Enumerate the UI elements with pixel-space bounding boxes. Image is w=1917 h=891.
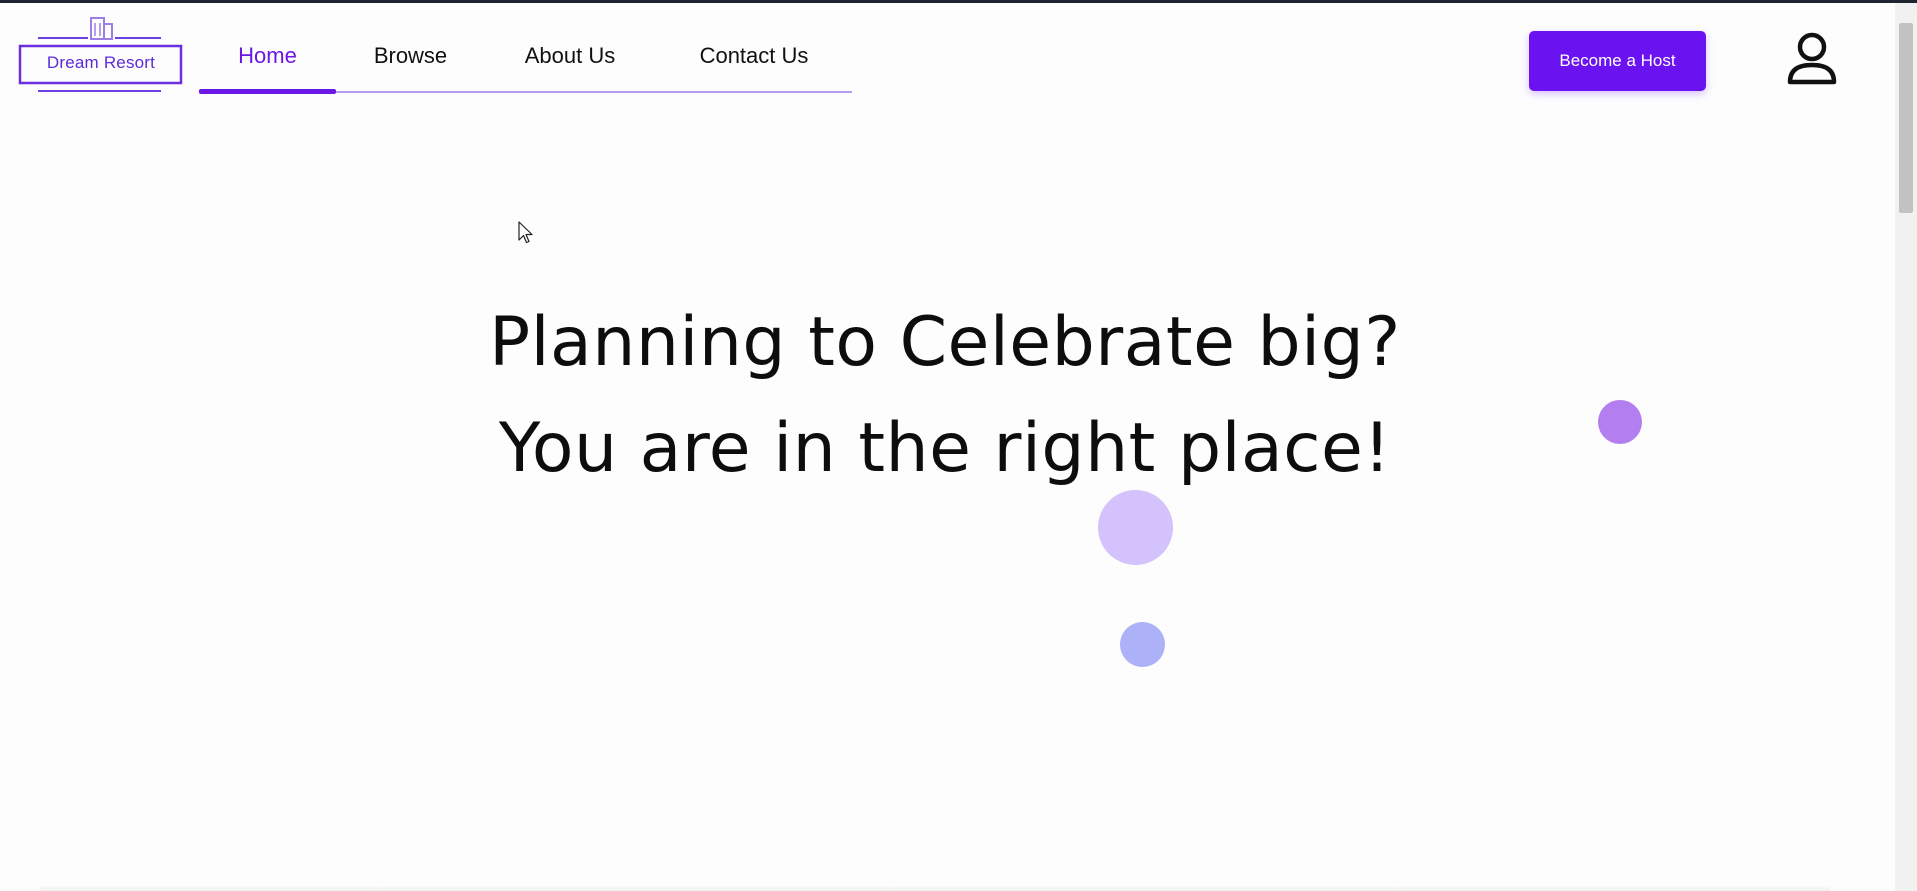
- hero: Planning to Celebrate big? You are in th…: [0, 290, 1890, 502]
- nav-contact-us[interactable]: Contact Us: [679, 30, 829, 82]
- logo[interactable]: Dream Resort: [18, 16, 184, 96]
- nav-home[interactable]: Home: [199, 30, 336, 82]
- become-a-host-button[interactable]: Become a Host: [1529, 31, 1706, 91]
- nav-browse[interactable]: Browse: [347, 30, 474, 82]
- decor-bubble: [1120, 622, 1165, 667]
- vertical-scrollbar[interactable]: [1895, 3, 1917, 891]
- main-nav: Home Browse About Us Contact Us: [199, 30, 852, 94]
- user-icon[interactable]: [1784, 30, 1840, 88]
- mouse-cursor-icon: [518, 221, 534, 245]
- hero-heading-line-1: Planning to Celebrate big?: [489, 303, 1401, 382]
- nav-about-us[interactable]: About Us: [505, 30, 635, 82]
- nav-active-indicator: [199, 89, 336, 94]
- section-divider: [40, 884, 1830, 891]
- page: Dream Resort Home Browse About Us Contac…: [0, 0, 1917, 891]
- logo-text: Dream Resort: [46, 53, 156, 72]
- decor-bubble: [1098, 490, 1173, 565]
- decor-bubble: [1598, 400, 1642, 444]
- window-top-edge: [0, 0, 1917, 3]
- scrollbar-thumb[interactable]: [1899, 23, 1913, 213]
